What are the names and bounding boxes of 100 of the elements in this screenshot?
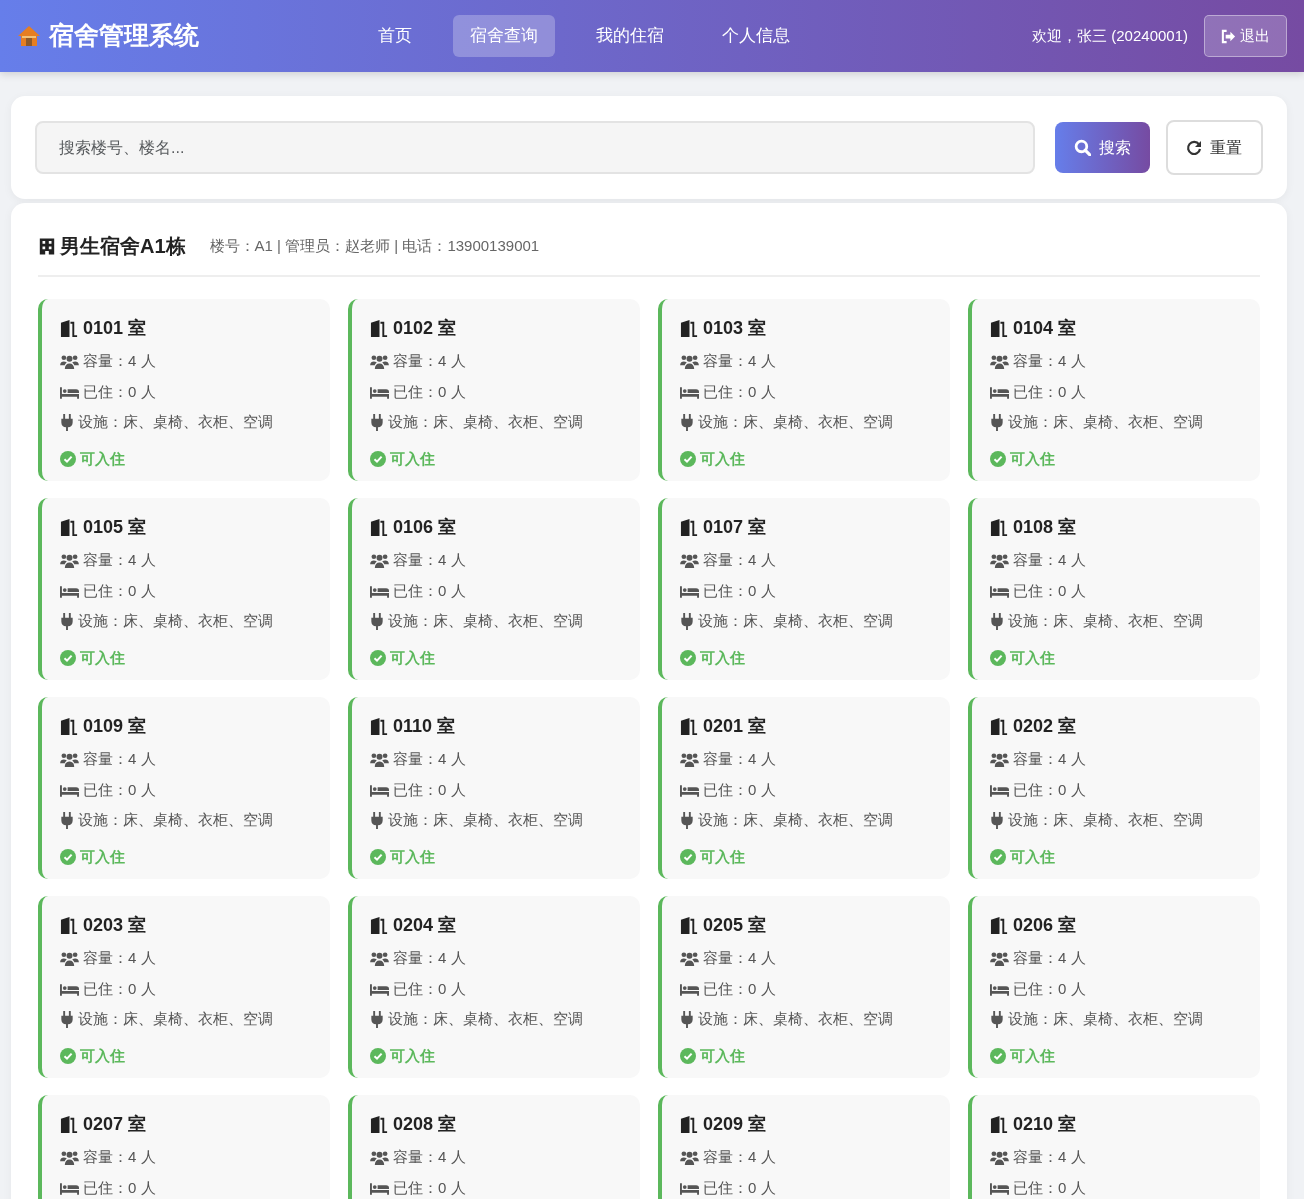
room-number: 0106 室 [393, 516, 457, 539]
room-number: 0110 室 [393, 715, 456, 738]
check-circle-icon [370, 848, 386, 865]
search-button[interactable]: 搜索 [1055, 122, 1150, 173]
facilities-text: 设施：床、桌椅、衣柜、空调 [1008, 412, 1203, 432]
check-circle-icon [370, 450, 386, 467]
status-text: 可入住 [1010, 448, 1055, 469]
capacity-text: 容量：4 人 [703, 550, 776, 570]
bed-icon [680, 981, 699, 996]
facilities-text: 设施：床、桌椅、衣柜、空调 [78, 1009, 273, 1029]
plug-icon [680, 413, 694, 431]
door-icon [680, 518, 699, 537]
check-circle-icon [990, 450, 1006, 467]
nav-link[interactable]: 宿舍查询 [453, 15, 555, 57]
room-number: 0205 室 [703, 914, 767, 937]
facilities-text: 设施：床、桌椅、衣柜、空调 [78, 412, 273, 432]
people-icon [370, 950, 389, 966]
check-circle-icon [60, 848, 76, 865]
bed-icon [370, 782, 389, 797]
capacity-text: 容量：4 人 [703, 1147, 776, 1167]
plug-icon [680, 1010, 694, 1028]
door-icon [60, 319, 79, 338]
status-text: 可入住 [80, 647, 125, 668]
capacity-text: 容量：4 人 [1013, 351, 1086, 371]
facilities-text: 设施：床、桌椅、衣柜、空调 [698, 611, 893, 631]
room-number: 0209 室 [703, 1113, 767, 1136]
logout-icon [1221, 28, 1236, 44]
door-icon [990, 916, 1009, 935]
facilities-text: 设施：床、桌椅、衣柜、空调 [78, 810, 273, 830]
bed-icon [990, 1180, 1009, 1195]
capacity-text: 容量：4 人 [1013, 948, 1086, 968]
check-circle-icon [680, 1047, 696, 1064]
status-text: 可入住 [80, 846, 125, 867]
room-number: 0210 室 [1013, 1113, 1077, 1136]
door-icon [60, 717, 79, 736]
door-icon [680, 717, 699, 736]
capacity-text: 容量：4 人 [393, 1147, 466, 1167]
bed-icon [60, 981, 79, 996]
room-number: 0104 室 [1013, 317, 1077, 340]
status-text: 可入住 [390, 846, 435, 867]
plug-icon [60, 1010, 74, 1028]
occupied-text: 已住：0 人 [83, 580, 156, 601]
status-text: 可入住 [700, 647, 745, 668]
bed-icon [60, 782, 79, 797]
nav-link[interactable]: 我的住宿 [579, 15, 681, 57]
room-number: 0108 室 [1013, 516, 1077, 539]
plug-icon [370, 811, 384, 829]
check-circle-icon [680, 649, 696, 666]
status-text: 可入住 [1010, 1045, 1055, 1066]
house-icon [17, 24, 41, 48]
facilities-text: 设施：床、桌椅、衣柜、空调 [1008, 1009, 1203, 1029]
door-icon [370, 717, 389, 736]
bed-icon [990, 981, 1009, 996]
facilities-text: 设施：床、桌椅、衣柜、空调 [388, 810, 583, 830]
door-icon [990, 717, 1009, 736]
nav-link[interactable]: 首页 [361, 15, 429, 57]
check-circle-icon [990, 649, 1006, 666]
status-text: 可入住 [1010, 647, 1055, 668]
occupied-text: 已住：0 人 [703, 779, 776, 800]
capacity-text: 容量：4 人 [1013, 749, 1086, 769]
people-icon [990, 950, 1009, 966]
occupied-text: 已住：0 人 [703, 978, 776, 999]
bed-icon [680, 782, 699, 797]
search-field[interactable]: 搜索楼号、楼名... [35, 121, 1036, 174]
occupied-text: 已住：0 人 [83, 779, 156, 800]
people-icon [370, 552, 389, 568]
capacity-text: 容量：4 人 [83, 948, 156, 968]
check-circle-icon [990, 1047, 1006, 1064]
door-icon [990, 518, 1009, 537]
people-icon [370, 751, 389, 767]
status-text: 可入住 [1010, 846, 1055, 867]
capacity-text: 容量：4 人 [83, 749, 156, 769]
occupied-text: 已住：0 人 [393, 779, 466, 800]
status-text: 可入住 [80, 1045, 125, 1066]
status-text: 可入住 [700, 1045, 745, 1066]
bed-icon [370, 583, 389, 598]
room-number: 0107 室 [703, 516, 767, 539]
reset-button[interactable]: 重置 [1165, 120, 1263, 175]
plug-icon [680, 612, 694, 630]
check-circle-icon [680, 450, 696, 467]
logout-button[interactable]: 退出 [1204, 14, 1287, 58]
nav-link[interactable]: 个人信息 [705, 15, 807, 57]
door-icon [60, 518, 79, 537]
people-icon [990, 552, 1009, 568]
capacity-text: 容量：4 人 [703, 351, 776, 371]
facilities-text: 设施：床、桌椅、衣柜、空调 [78, 611, 273, 631]
capacity-text: 容量：4 人 [703, 749, 776, 769]
bed-icon [370, 1180, 389, 1195]
door-icon [370, 319, 389, 338]
people-icon [60, 950, 79, 966]
bed-icon [370, 981, 389, 996]
bed-icon [60, 1180, 79, 1195]
occupied-text: 已住：0 人 [393, 381, 466, 402]
room-number: 0105 室 [83, 516, 147, 539]
people-icon [60, 353, 79, 369]
plug-icon [990, 811, 1004, 829]
search-icon [1073, 139, 1091, 156]
check-circle-icon [60, 450, 76, 467]
room-number: 0102 室 [393, 317, 457, 340]
facilities-text: 设施：床、桌椅、衣柜、空调 [388, 611, 583, 631]
